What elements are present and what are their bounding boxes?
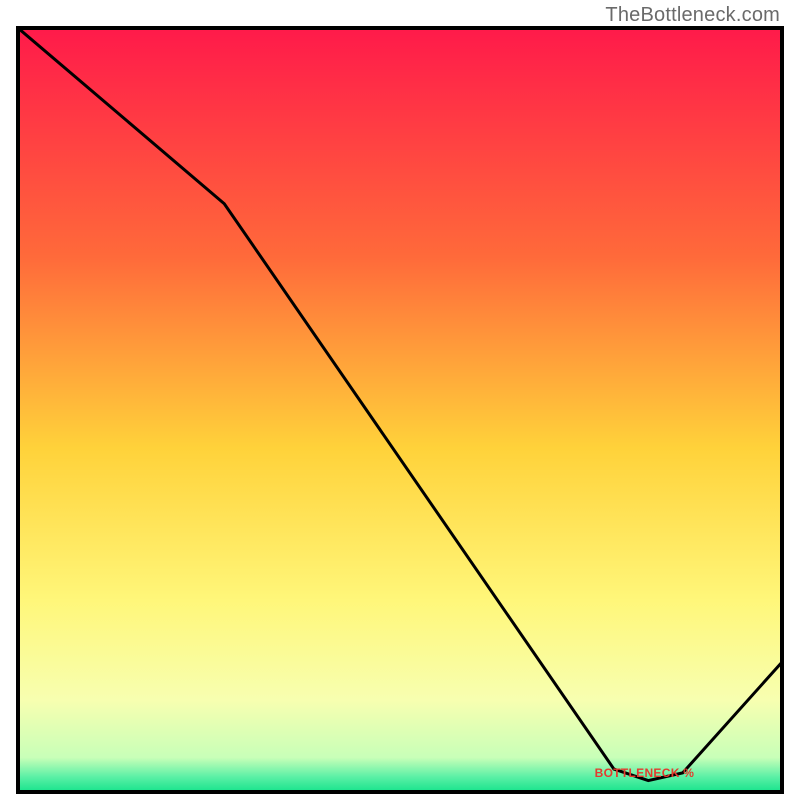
chart-svg: BOTTLENECK % xyxy=(14,24,786,796)
chart-gradient-background xyxy=(18,28,782,792)
bottleneck-watermark-label: BOTTLENECK % xyxy=(595,766,695,780)
chart-container: TheBottleneck.com BOTTLENECK % xyxy=(0,0,800,800)
